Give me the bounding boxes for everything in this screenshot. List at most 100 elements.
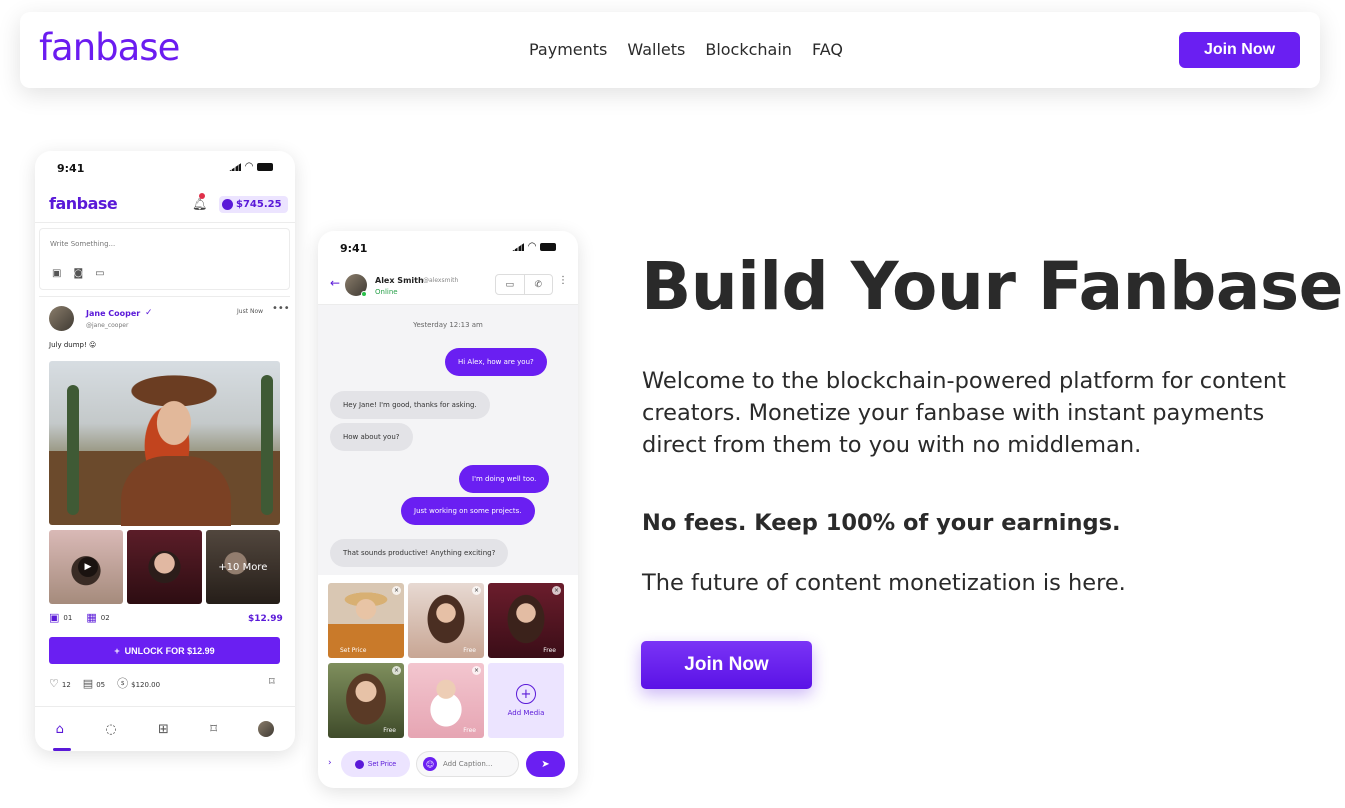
back-arrow-icon[interactable]: ← [330, 276, 340, 290]
more-options-icon[interactable]: ⋮ [558, 275, 568, 286]
chat-icon[interactable]: ◌ [105, 722, 116, 737]
more-overlay: +10 More [205, 530, 280, 604]
add-media-button[interactable]: + Add Media [488, 663, 564, 738]
author-avatar[interactable] [49, 306, 74, 331]
set-price-button[interactable]: Set Price [341, 751, 410, 777]
signal-icon [229, 163, 242, 171]
battery-icon [540, 243, 556, 251]
play-icon[interactable]: ▶ [78, 557, 98, 577]
message-incoming: That sounds productive! Anything excitin… [330, 539, 509, 567]
media-price-label: Free [383, 727, 396, 734]
video-call-icon[interactable]: ▭ [496, 275, 525, 294]
unlock-button[interactable]: + UNLOCK FOR $12.99 [49, 637, 280, 664]
photo-count: 01 [63, 613, 73, 622]
media-counts: ▣ 01 ▦ 02 [49, 611, 110, 624]
remove-media-icon[interactable]: × [392, 586, 401, 595]
compose-box[interactable]: Write Something... ▣ ◙ ▭ [39, 228, 290, 290]
comment-button[interactable]: ▤ 05 [83, 677, 105, 690]
remove-media-icon[interactable]: × [392, 666, 401, 675]
thumbnail-photo[interactable] [127, 530, 202, 604]
more-options-icon[interactable]: ••• [272, 303, 290, 314]
media-price-label: Free [463, 647, 476, 654]
nav-link-payments[interactable]: Payments [529, 40, 607, 59]
bookmark-tab-icon[interactable]: ⌑ [210, 722, 217, 737]
send-button[interactable]: ➤ [526, 751, 565, 777]
author-handle: @jane_cooper [86, 322, 129, 329]
signal-icon [512, 243, 525, 251]
home-icon[interactable]: ⌂ [52, 722, 72, 751]
feed-post: Jane Cooper ✓ @jane_cooper Just Now ••• … [39, 296, 290, 696]
video-count: 02 [100, 613, 110, 622]
phone-call-icon[interactable]: ✆ [525, 275, 553, 294]
bookmark-icon[interactable]: ⌑ [269, 675, 275, 688]
send-icon: ➤ [541, 758, 550, 770]
coin-icon [222, 199, 233, 210]
camera-icon[interactable]: ◙ [73, 268, 83, 279]
add-icon[interactable]: ⊞ [158, 722, 169, 737]
status-time: 9:41 [57, 162, 85, 175]
remove-media-icon[interactable]: × [472, 666, 481, 675]
post-main-image[interactable] [49, 361, 280, 526]
chevron-right-icon[interactable]: › [328, 758, 332, 768]
thumbnail-more[interactable]: +10 More [205, 530, 280, 604]
compose-tools: ▣ ◙ ▭ [52, 268, 105, 279]
tip-button[interactable]: ⓢ $120.00 [117, 675, 160, 691]
post-caption: July dump! 😛 [49, 341, 97, 349]
cactus-shape [261, 375, 273, 515]
post-thumbnails: ▶ +10 More [49, 530, 280, 604]
video-icon[interactable]: ▭ [95, 268, 104, 279]
wifi-icon: ◠ [245, 161, 253, 172]
chat-date-label: Yesterday 12:13 am [413, 321, 483, 329]
status-icons: ◠ [512, 242, 556, 252]
coin-icon [354, 759, 364, 769]
chat-composer: › Set Price ☺ Add Caption... ➤ [318, 749, 578, 779]
battery-icon [257, 163, 273, 171]
nav-link-faq[interactable]: FAQ [812, 40, 843, 59]
remove-media-icon[interactable]: × [552, 586, 561, 595]
dollar-icon: ⓢ [117, 677, 129, 690]
image-icon[interactable]: ▣ [52, 268, 61, 279]
caption-input[interactable]: ☺ Add Caption... [416, 751, 519, 777]
video-count-icon: ▦ [86, 611, 97, 624]
message-incoming: How about you? [330, 423, 413, 451]
hero-join-now-button[interactable]: Join Now [641, 641, 812, 689]
bottom-tab-bar: ⌂ ◌ ⊞ ⌑ [35, 706, 295, 751]
status-bar: 9:41 ◠ [318, 231, 578, 263]
media-price-label: Free [543, 647, 556, 654]
media-attachments: × Set Price × Free × Free × Free × Free … [328, 583, 564, 741]
media-item[interactable]: × Free [408, 663, 484, 738]
media-item[interactable]: × Free [408, 583, 484, 658]
unlock-label: UNLOCK FOR $12.99 [124, 645, 215, 656]
emoji-icon[interactable]: ☺ [423, 757, 437, 771]
caption-placeholder: Add Caption... [443, 760, 493, 768]
photo-count-icon: ▣ [49, 611, 60, 624]
engagement-bar: ♡ 12 ▤ 05 ⓢ $120.00 [49, 675, 160, 691]
app-logo[interactable]: fanbase [49, 194, 118, 213]
media-item[interactable]: × Free [328, 663, 404, 738]
set-price-label: Set Price [367, 760, 397, 768]
media-price-label: Set Price [340, 647, 367, 654]
thumbnail-video[interactable]: ▶ [49, 530, 124, 604]
hero-description: Welcome to the blockchain-powered platfo… [642, 368, 1286, 458]
status-icons: ◠ [229, 161, 273, 172]
join-now-button[interactable]: Join Now [1179, 32, 1300, 68]
heart-icon: ♡ [49, 676, 59, 690]
contact-status: Online [375, 288, 398, 296]
nav-link-wallets[interactable]: Wallets [627, 40, 685, 59]
brand-logo[interactable]: fanbase [39, 26, 180, 69]
like-button[interactable]: ♡ 12 [49, 677, 71, 690]
media-item[interactable]: × Free [488, 583, 564, 658]
like-count: 12 [61, 680, 71, 689]
balance-amount: $745.25 [236, 199, 282, 210]
author-name[interactable]: Jane Cooper [86, 309, 140, 318]
hero-fees: No fees. Keep 100% of your earnings. [642, 510, 1121, 536]
notification-bell-icon[interactable]: 🔔︎ [192, 193, 207, 211]
media-item[interactable]: × Set Price [328, 583, 404, 658]
message-outgoing: Just working on some projects. [401, 497, 535, 525]
profile-icon[interactable] [258, 721, 275, 737]
remove-media-icon[interactable]: × [472, 586, 481, 595]
contact-name: Alex Smith [375, 276, 424, 285]
nav-link-blockchain[interactable]: Blockchain [705, 40, 792, 59]
tip-amount: $120.00 [131, 681, 161, 689]
wallet-balance[interactable]: $745.25 [219, 196, 288, 213]
